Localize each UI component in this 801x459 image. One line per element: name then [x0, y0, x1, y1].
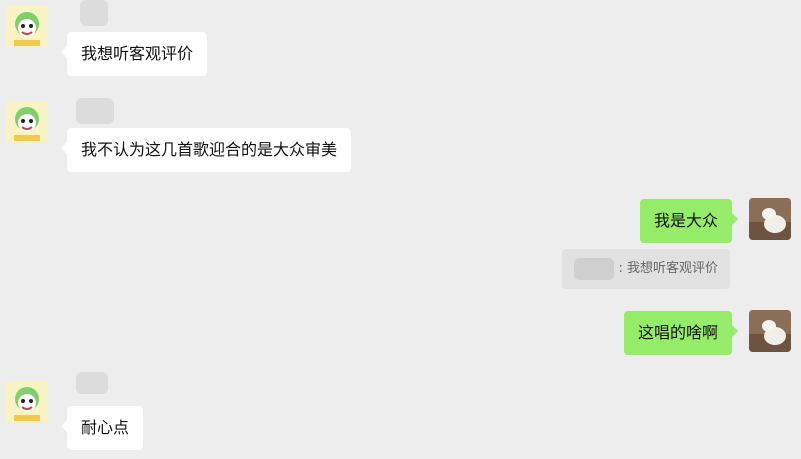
avatar-outgoing[interactable]: [749, 310, 791, 352]
quote-text: 我想听客观评价: [626, 261, 718, 276]
avatar-outgoing[interactable]: [749, 198, 791, 240]
message-bubble-incoming[interactable]: 耐心点: [60, 406, 144, 450]
quoted-sender-blurred: [574, 257, 615, 280]
cartoon-avatar-icon: [6, 6, 48, 48]
avatar-incoming[interactable]: [6, 101, 48, 143]
quote-separator: :: [618, 261, 623, 276]
quoted-message[interactable]: : 我想听客观评价: [562, 249, 730, 289]
avatar-incoming[interactable]: [6, 6, 48, 48]
sender-name-blurred: [76, 372, 108, 394]
cartoon-avatar-icon: [6, 381, 48, 423]
message-text: 我不认为这几首歌迎合的是大众审美: [81, 140, 338, 159]
avatar-incoming[interactable]: [6, 381, 48, 423]
message-text: 耐心点: [81, 418, 130, 437]
message-text: 我是大众: [653, 211, 718, 230]
message-bubble-outgoing[interactable]: 我是大众: [639, 199, 739, 243]
cartoon-avatar-icon: [6, 101, 48, 143]
message-bubble-incoming[interactable]: 我不认为这几首歌迎合的是大众审美: [60, 128, 352, 172]
message-text: 这唱的啥啊: [637, 323, 718, 342]
message-bubble-incoming[interactable]: 我想听客观评价: [60, 32, 208, 76]
sender-name-blurred: [80, 0, 108, 26]
message-text: 我想听客观评价: [81, 44, 194, 63]
photo-avatar-icon: [749, 198, 791, 240]
message-bubble-outgoing[interactable]: 这唱的啥啊: [623, 311, 739, 355]
photo-avatar-icon: [749, 310, 791, 352]
sender-name-blurred: [76, 98, 114, 124]
